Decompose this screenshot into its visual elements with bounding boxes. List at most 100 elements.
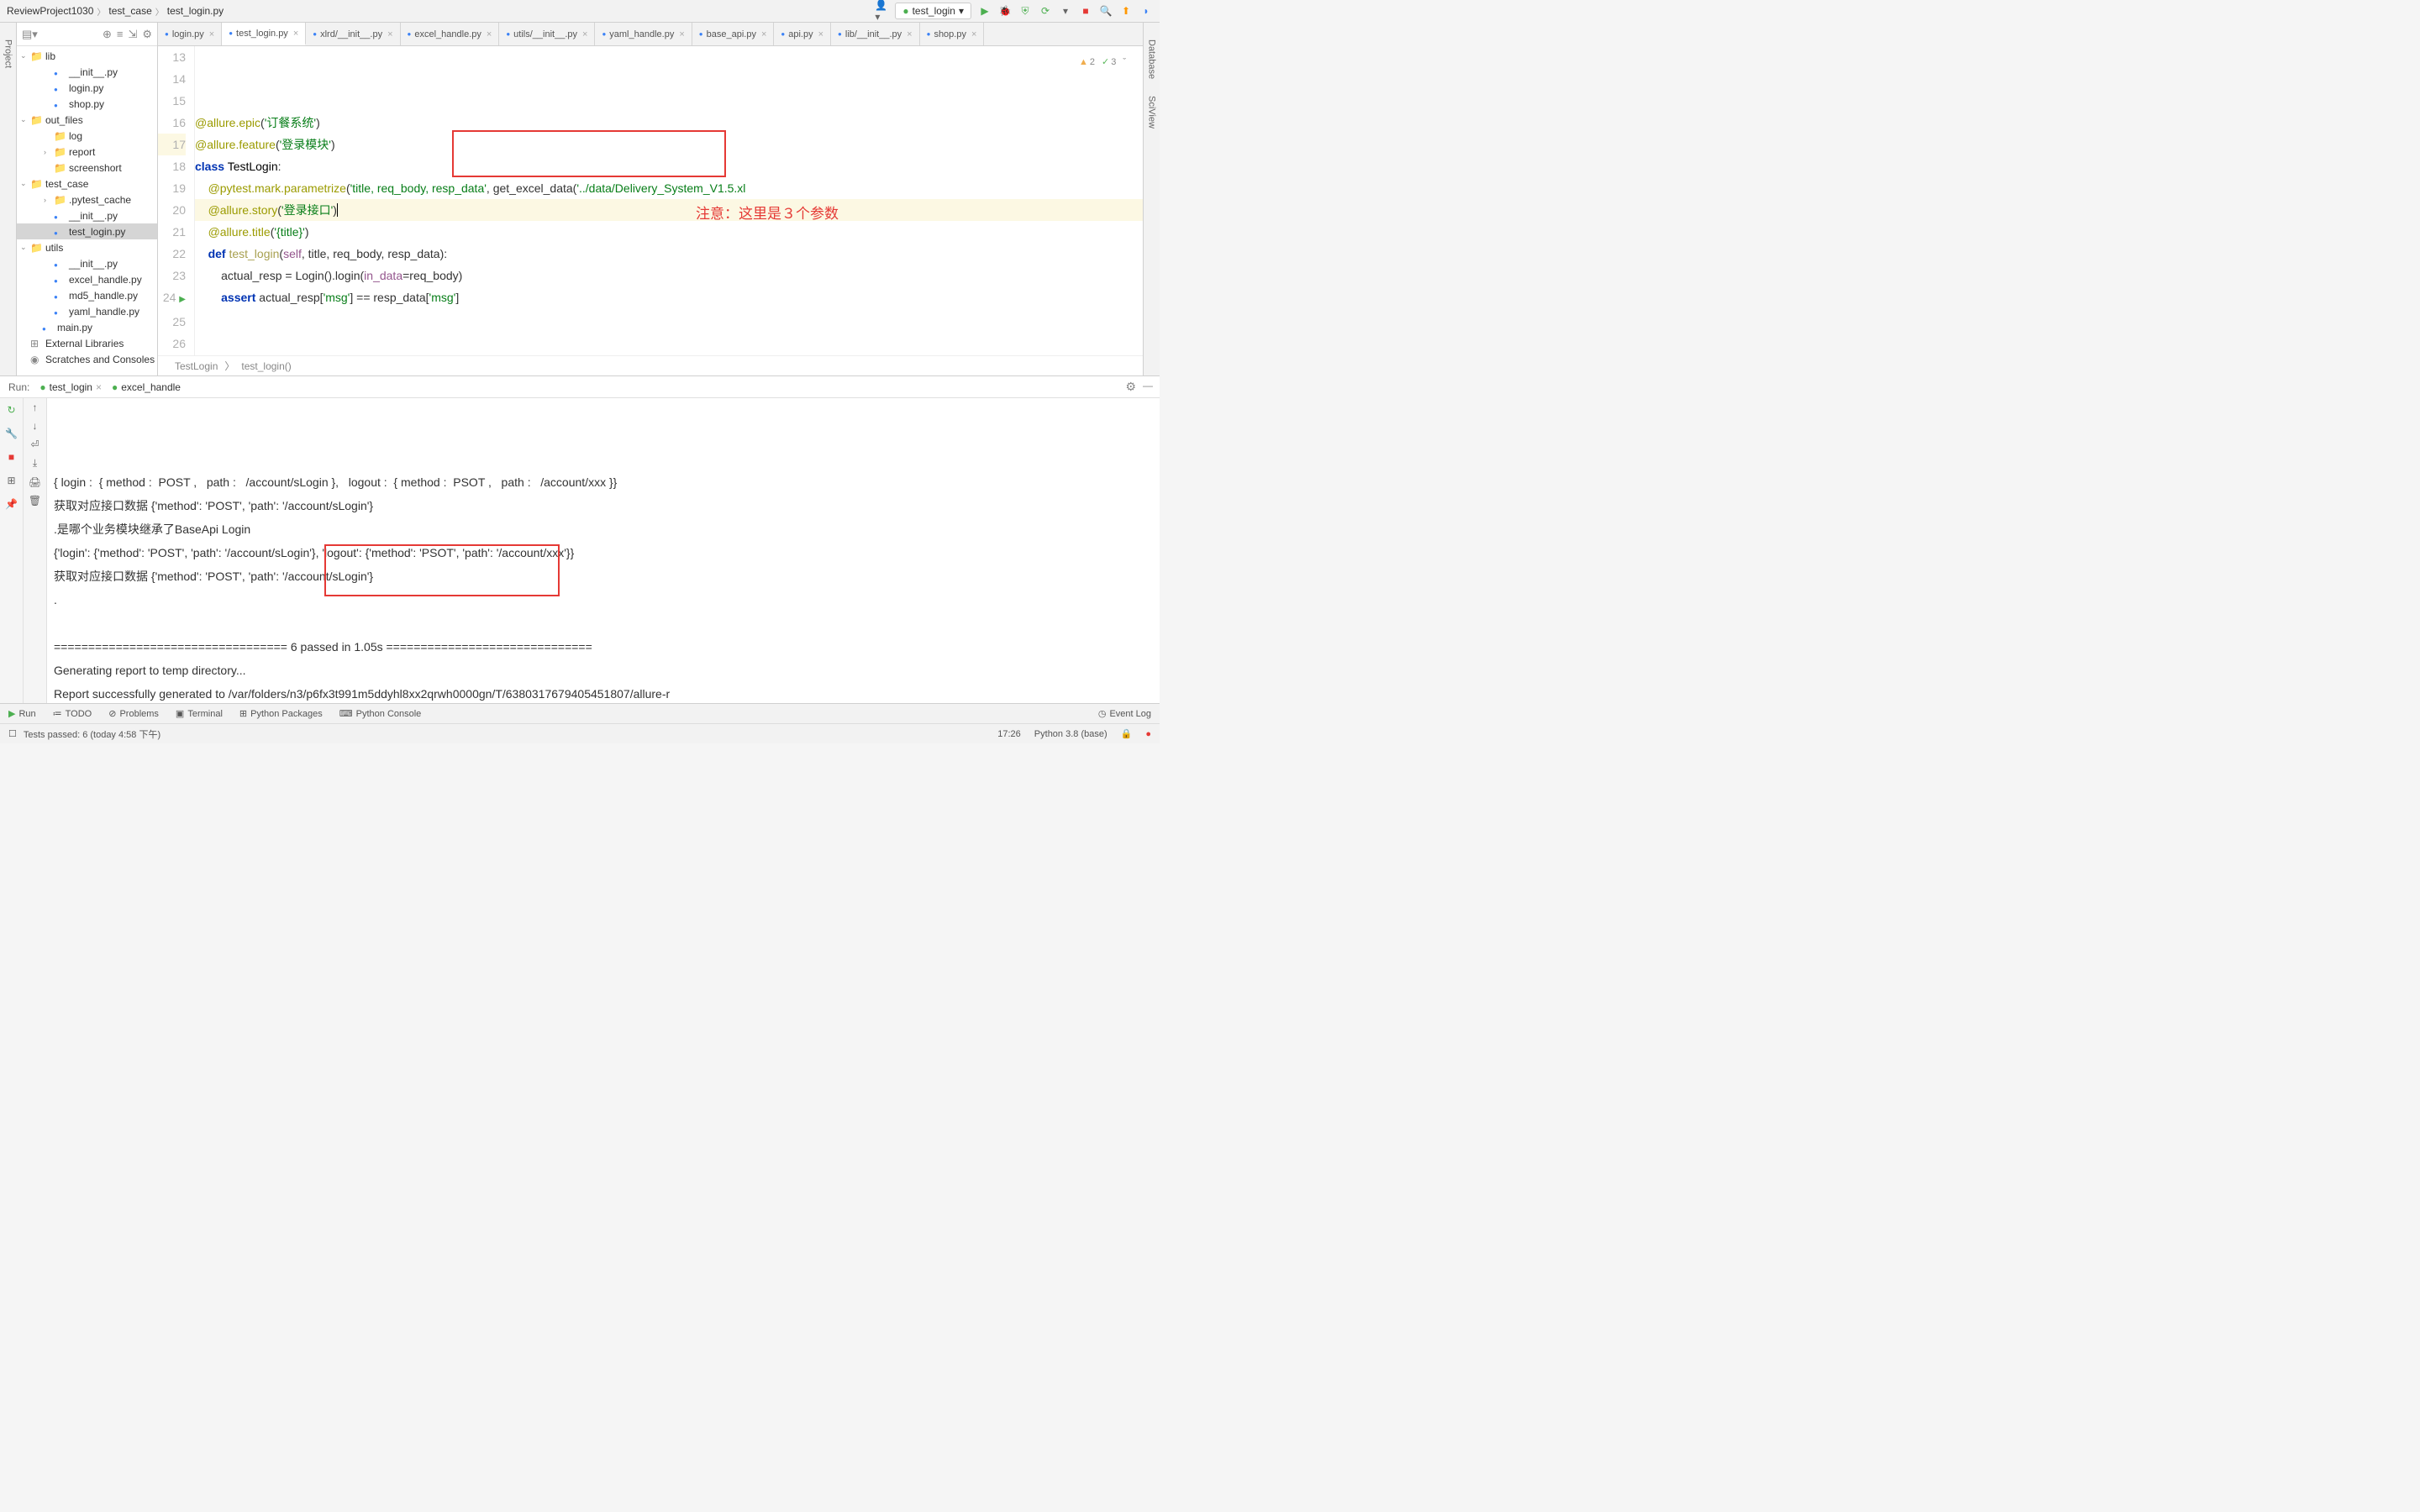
tree-item-screenshort[interactable]: 📁screenshort — [17, 160, 157, 176]
run-tool-button[interactable]: ▶Run — [8, 708, 36, 719]
soft-wrap-icon[interactable]: ⏎ — [30, 438, 39, 450]
status-icon[interactable]: ☐ — [8, 728, 17, 739]
close-icon[interactable]: × — [971, 29, 976, 39]
tree-item-utils[interactable]: ⌄📁utils — [17, 239, 157, 255]
run-tab-test-login[interactable]: ● test_login × — [39, 381, 102, 393]
editor-tabs[interactable]: ●login.py×●test_login.py×●xlrd/__init__.… — [158, 23, 1143, 46]
interpreter-status[interactable]: Python 3.8 (base) — [1034, 729, 1107, 739]
tab-utils-__init__-py[interactable]: ●utils/__init__.py× — [499, 23, 595, 45]
close-icon[interactable]: × — [818, 29, 823, 39]
tree-item-lib[interactable]: ⌄📁lib — [17, 48, 157, 64]
editor-body[interactable]: 131415161718192021222324 ▶2526 2 3 ˇ @al… — [158, 46, 1143, 355]
code-line-22[interactable] — [195, 308, 1143, 330]
user-icon[interactable]: 👤▾ — [875, 4, 888, 18]
breadcrumb-root[interactable]: ReviewProject1030 — [7, 5, 93, 17]
breadcrumb-folder[interactable]: test_case — [108, 5, 151, 17]
code-editor[interactable]: 2 3 ˇ @allure.epic('订餐系统')@allure.featur… — [195, 46, 1143, 355]
up-icon[interactable]: ↑ — [33, 402, 38, 413]
code-line-23[interactable] — [195, 330, 1143, 352]
close-icon[interactable]: × — [487, 29, 492, 39]
tree-item-log[interactable]: 📁log — [17, 128, 157, 144]
tree-item-yaml_handle-py[interactable]: yaml_handle.py — [17, 303, 157, 319]
line-gutter[interactable]: 131415161718192021222324 ▶2526 — [158, 46, 195, 355]
tree-item-test_case[interactable]: ⌄📁test_case — [17, 176, 157, 192]
code-line-20[interactable]: actual_resp = Login().login(in_data=req_… — [195, 265, 1143, 286]
tree-item-__init__-py[interactable]: __init__.py — [17, 255, 157, 271]
code-line-16[interactable]: @pytest.mark.parametrize('title, req_bod… — [195, 177, 1143, 199]
python-packages-tool-button[interactable]: ⊞Python Packages — [239, 708, 323, 719]
pin-icon[interactable]: 📌 — [3, 496, 20, 512]
lock-icon[interactable]: 🔒 — [1121, 728, 1133, 739]
update-icon[interactable]: ⬆ — [1119, 4, 1133, 18]
tab-api-py[interactable]: ●api.py× — [774, 23, 831, 45]
tab-login-py[interactable]: ●login.py× — [158, 23, 222, 45]
ok-count[interactable]: 3 — [1102, 51, 1116, 73]
wrench-icon[interactable]: 🔧 — [3, 425, 20, 442]
search-icon[interactable]: 🔍 — [1099, 4, 1113, 18]
right-tool-buttons[interactable]: Database SciView — [1143, 23, 1160, 375]
tree-item-test_login-py[interactable]: test_login.py — [17, 223, 157, 239]
gear-icon[interactable]: ⚙ — [142, 28, 152, 41]
coverage-button[interactable]: ⛨ — [1018, 4, 1032, 18]
code-line-24[interactable]: if __name__ == '__main__': — [195, 352, 1143, 355]
target-icon[interactable]: ⊕ — [103, 28, 112, 41]
warnings-count[interactable]: 2 — [1079, 51, 1095, 73]
tree-item-__init__-py[interactable]: __init__.py — [17, 207, 157, 223]
sciview-tool-button[interactable]: SciView — [1147, 96, 1157, 129]
more-run-icon[interactable]: ▾ — [1059, 4, 1072, 18]
layout-icon[interactable]: ⊞ — [3, 472, 20, 489]
crumb-func[interactable]: test_login() — [241, 360, 291, 372]
down-icon[interactable]: ↓ — [33, 420, 38, 432]
rerun-button[interactable]: ↻ — [3, 402, 20, 418]
run-config-selector[interactable]: ● test_login ▾ — [895, 3, 971, 19]
python-console-tool-button[interactable]: ⌨Python Console — [339, 708, 422, 719]
close-icon[interactable]: × — [907, 29, 912, 39]
problems-tool-button[interactable]: ⊘Problems — [108, 708, 159, 719]
profile-button[interactable]: ⟳ — [1039, 4, 1052, 18]
tree-item-Scratches-and-Consoles[interactable]: ◉Scratches and Consoles — [17, 351, 157, 367]
project-view-icon[interactable]: ▤▾ — [22, 28, 38, 41]
tree-item-md5_handle-py[interactable]: md5_handle.py — [17, 287, 157, 303]
tab-yaml_handle-py[interactable]: ●yaml_handle.py× — [595, 23, 692, 45]
tree-item-excel_handle-py[interactable]: excel_handle.py — [17, 271, 157, 287]
project-tree[interactable]: ▤▾ ⊕ ≡ ⇲ ⚙ ⌄📁lib__init__.pylogin.pyshop.… — [17, 23, 158, 375]
tab-excel_handle-py[interactable]: ●excel_handle.py× — [401, 23, 500, 45]
close-icon[interactable]: × — [209, 29, 214, 39]
tree-item-__init__-py[interactable]: __init__.py — [17, 64, 157, 80]
close-icon[interactable]: × — [679, 29, 684, 39]
code-line-17[interactable]: @allure.story('登录接口')​ — [195, 199, 1143, 221]
editor-breadcrumb[interactable]: TestLogin 〉 test_login() — [158, 355, 1143, 375]
console-output[interactable]: { login : { method : POST , path : /acco… — [47, 398, 1160, 703]
code-line-19[interactable]: def test_login(self, title, req_body, re… — [195, 243, 1143, 265]
project-tool-button[interactable]: Project — [0, 23, 17, 375]
expand-icon[interactable]: ⇲ — [128, 28, 137, 41]
todo-tool-button[interactable]: ≔TODO — [53, 708, 92, 719]
tab-lib-__init__-py[interactable]: ●lib/__init__.py× — [831, 23, 920, 45]
notification-icon[interactable]: ● — [1145, 729, 1151, 739]
close-icon[interactable]: × — [387, 29, 392, 39]
tree-item-External-Libraries[interactable]: ⊞External Libraries — [17, 335, 157, 351]
code-line-14[interactable]: @allure.feature('登录模块') — [195, 134, 1143, 155]
database-tool-button[interactable]: Database — [1147, 39, 1157, 79]
code-line-13[interactable]: @allure.epic('订餐系统') — [195, 112, 1143, 134]
debug-button[interactable]: 🐞 — [998, 4, 1012, 18]
close-icon[interactable]: × — [293, 29, 298, 39]
tree-item-shop-py[interactable]: shop.py — [17, 96, 157, 112]
terminal-tool-button[interactable]: ▣Terminal — [176, 708, 223, 719]
tree-item-login-py[interactable]: login.py — [17, 80, 157, 96]
collapse-icon[interactable]: ≡ — [117, 28, 124, 40]
tab-test_login-py[interactable]: ●test_login.py× — [222, 23, 306, 45]
crumb-class[interactable]: TestLogin — [175, 360, 218, 372]
code-line-21[interactable]: assert actual_resp['msg'] == resp_data['… — [195, 286, 1143, 308]
close-icon[interactable]: × — [761, 29, 766, 39]
chevron-down-icon[interactable]: ˇ — [1123, 51, 1126, 73]
stop-button[interactable]: ■ — [1079, 4, 1092, 18]
close-icon[interactable]: × — [96, 381, 102, 393]
breadcrumb-file[interactable]: test_login.py — [167, 5, 224, 17]
trash-icon[interactable]: 🗑 — [29, 495, 41, 507]
tab-base_api-py[interactable]: ●base_api.py× — [692, 23, 775, 45]
print-icon[interactable]: 🖨 — [29, 476, 41, 488]
close-icon[interactable]: × — [582, 29, 587, 39]
tree-item-out_files[interactable]: ⌄📁out_files — [17, 112, 157, 128]
code-line-18[interactable]: @allure.title('{title}') — [195, 221, 1143, 243]
